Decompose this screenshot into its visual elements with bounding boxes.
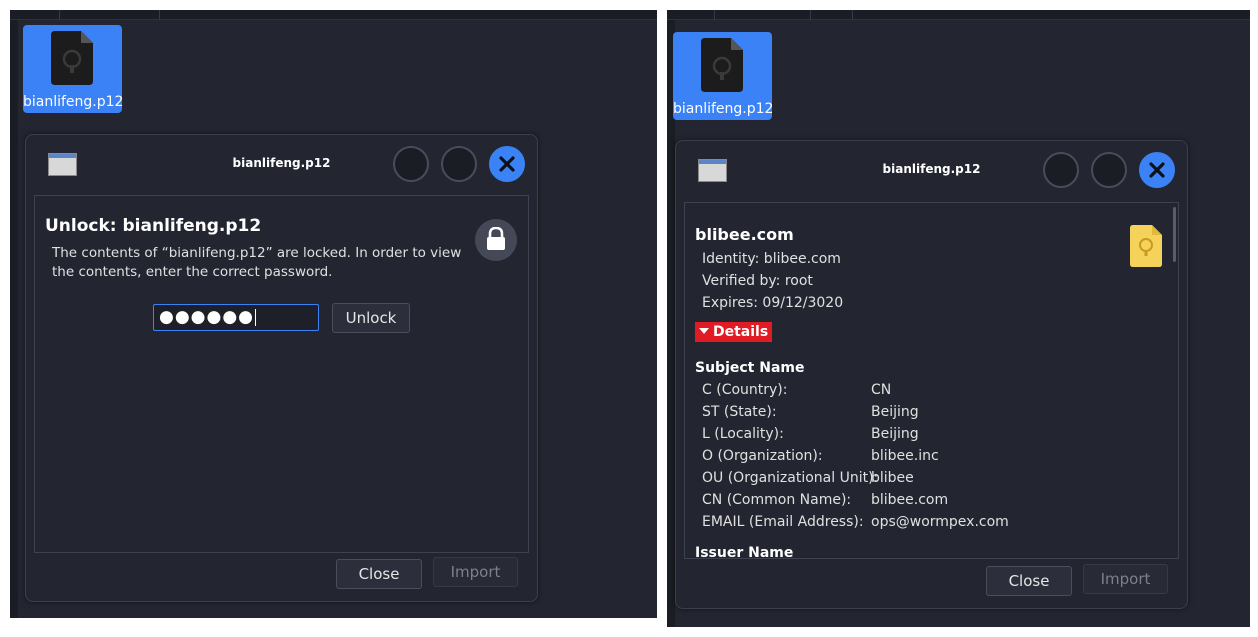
subject-field-label: O (Organization): [702, 448, 823, 464]
file-icon-label: bianlifeng.p12 [23, 94, 124, 110]
maximize-button[interactable] [441, 146, 477, 182]
minimize-button[interactable] [393, 146, 429, 182]
tab[interactable] [715, 10, 811, 20]
file-icon-label: bianlifeng.p12 [673, 101, 774, 117]
unlock-description: The contents of “bianlifeng.p12” are loc… [52, 245, 462, 280]
unlock-button[interactable]: Unlock [332, 303, 410, 333]
right-screenshot-panel: bianlifeng.p12 bianlifeng.p12 blibee.com [667, 10, 1250, 627]
subject-field-value: ops@wormpex.com [871, 514, 1009, 530]
file-icon-bianlifeng[interactable]: bianlifeng.p12 [673, 32, 774, 120]
unlock-dialog: bianlifeng.p12 Unlock: bianlifeng.p12 Th… [25, 134, 538, 602]
subject-name-heading: Subject Name [695, 360, 805, 376]
certificate-badge-icon [1130, 225, 1162, 267]
subject-field-label: L (Locality): [702, 426, 784, 442]
import-button[interactable]: Import [1083, 564, 1168, 594]
lock-badge [475, 219, 517, 261]
password-mask: ●●●●●● [159, 307, 255, 327]
tab[interactable] [811, 10, 853, 20]
scrollbar[interactable] [1173, 207, 1176, 262]
subject-field-value: CN [871, 382, 892, 398]
subject-field-label: C (Country): [702, 382, 788, 398]
certificate-file-icon [701, 38, 743, 92]
lock-icon [487, 227, 505, 250]
issuer-name-heading: Issuer Name [695, 545, 794, 561]
subject-field-value: Beijing [871, 404, 919, 420]
certificate-dialog: bianlifeng.p12 blibee.com Identity: blib… [675, 140, 1188, 609]
details-label: Details [713, 324, 769, 340]
password-input[interactable]: ●●●●●● [153, 304, 319, 331]
dialog-titlebar[interactable]: bianlifeng.p12 [26, 135, 537, 193]
close-window-button[interactable] [489, 146, 525, 182]
expires-line: Expires: 09/12/3020 [702, 295, 844, 311]
verified-by-line: Verified by: root [702, 273, 813, 289]
expander-arrow-icon [699, 328, 709, 334]
dialog-titlebar[interactable]: bianlifeng.p12 [676, 141, 1187, 199]
close-button[interactable]: Close [336, 559, 422, 589]
maximize-button[interactable] [1091, 152, 1127, 188]
minimize-button[interactable] [1043, 152, 1079, 188]
certificate-file-icon [51, 31, 93, 85]
tab[interactable] [10, 10, 60, 20]
text-caret [255, 308, 257, 326]
certificate-name: blibee.com [695, 225, 794, 244]
subject-field-value: blibee.inc [871, 448, 939, 464]
certificate-content[interactable]: blibee.com Identity: blibee.com Verified… [684, 202, 1179, 561]
left-edge [10, 20, 18, 618]
subject-field-label: ST (State): [702, 404, 777, 420]
identity-line: Identity: blibee.com [702, 251, 841, 267]
left-screenshot-panel: bianlifeng.p12 bianlifeng.p12 Unlock: bi… [10, 10, 657, 618]
import-button[interactable]: Import [433, 557, 518, 587]
close-icon [499, 156, 515, 172]
subject-field-value: blibee.com [871, 492, 949, 508]
unlock-heading: Unlock: bianlifeng.p12 [45, 216, 262, 236]
tab[interactable] [60, 10, 160, 20]
close-window-button[interactable] [1139, 152, 1175, 188]
close-icon [1149, 162, 1165, 178]
file-icon-bianlifeng[interactable]: bianlifeng.p12 [23, 25, 124, 113]
subject-field-value: blibee [871, 470, 914, 486]
tab[interactable] [667, 10, 715, 20]
top-tab-strip [667, 10, 1250, 20]
top-tab-strip [10, 10, 657, 20]
subject-field-value: Beijing [871, 426, 919, 442]
close-button[interactable]: Close [986, 566, 1072, 596]
subject-field-label: OU (Organizational Unit): [702, 470, 879, 486]
dialog-content: Unlock: bianlifeng.p12 The contents of “… [34, 195, 529, 553]
subject-field-label: EMAIL (Email Address): [702, 514, 864, 530]
subject-field-label: CN (Common Name): [702, 492, 852, 508]
details-expander[interactable]: Details [695, 322, 773, 342]
